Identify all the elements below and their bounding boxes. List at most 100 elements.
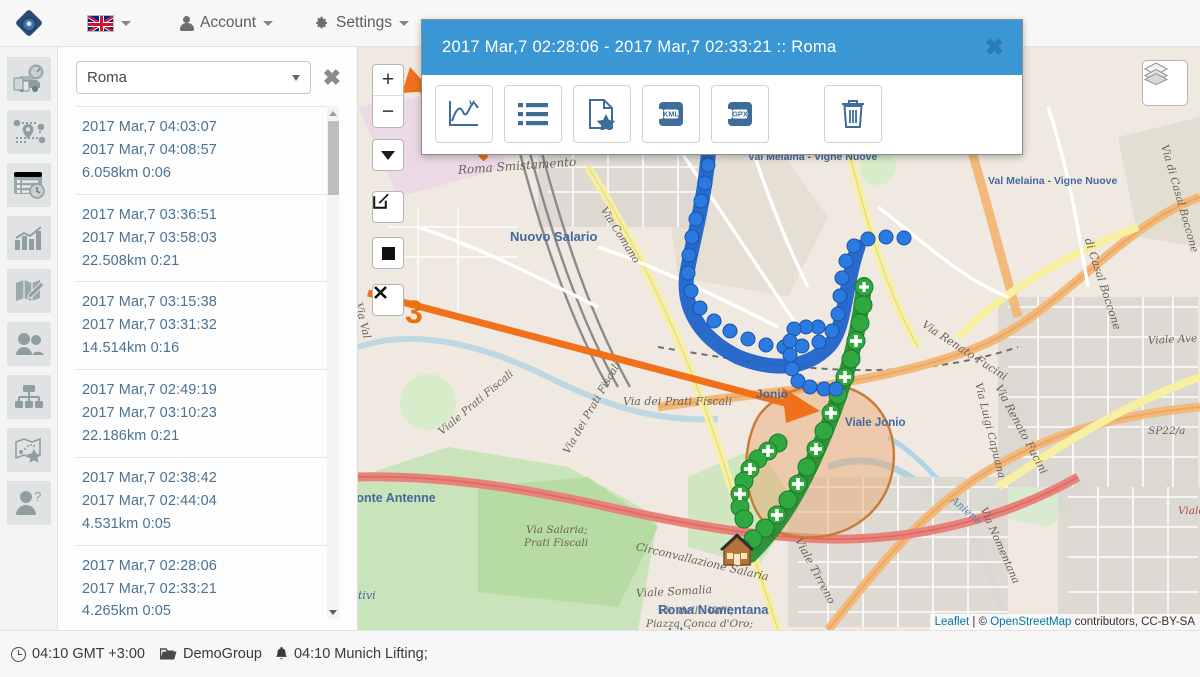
app-root: Account Settings ? Roma ✖ 2017 Mar,7 04:… <box>0 0 1200 677</box>
chevron-down-icon <box>263 20 274 26</box>
left-icon-rail: ? <box>0 47 58 630</box>
track-list-item[interactable]: 2017 Mar,7 03:36:51 2017 Mar,7 03:58:03 22… <box>76 193 336 282</box>
bullet-list-icon <box>518 103 548 126</box>
gear-icon <box>313 15 329 31</box>
gpx-file-icon: GPX <box>726 102 752 126</box>
layers-stack-icon <box>1143 62 1169 85</box>
scrollbar-thumb[interactable] <box>328 121 339 195</box>
collapse-panel-button[interactable] <box>372 139 404 171</box>
track-list-item[interactable]: 2017 Mar,7 03:15:38 2017 Mar,7 03:31:32 14… <box>76 281 336 369</box>
track-list-item[interactable]: 2017 Mar,7 02:28:06 2017 Mar,7 02:33:21 4.… <box>76 544 336 619</box>
list-clock-icon <box>13 172 45 199</box>
report-save-button[interactable] <box>573 85 631 143</box>
track-end-time: 2017 Mar,7 02:33:21 <box>82 580 217 597</box>
sidebar-item-dashboard-vehicle[interactable] <box>6 57 51 101</box>
svg-text:?: ? <box>34 490 41 504</box>
track-distance-duration: 22.186km 0:21 <box>82 427 180 444</box>
status-group-label: DemoGroup <box>182 646 262 662</box>
track-list-item[interactable]: 2017 Mar,7 02:38:42 2017 Mar,7 02:44:04 4.… <box>76 456 336 545</box>
map-attribution: Leaflet | © OpenStreetMap contributors, … <box>929 614 1200 630</box>
export-gpx-button[interactable]: GPX <box>711 85 769 143</box>
layers-control-button[interactable] <box>1142 60 1188 106</box>
kml-label: KML <box>663 110 679 119</box>
clear-track-button[interactable] <box>372 284 404 316</box>
tracks-sidebar: Roma ✖ 2017 Mar,7 04:03:07 2017 Mar,7 04:… <box>58 47 358 630</box>
track-distance-duration: 4.531km 0:05 <box>82 515 172 532</box>
app-logo-target-icon[interactable] <box>12 6 46 40</box>
track-list-item[interactable]: 2017 Mar,7 02:49:19 2017 Mar,7 03:10:23 22… <box>76 369 336 457</box>
sidebar-item-users[interactable] <box>6 322 51 366</box>
sidebar-item-map-editor[interactable] <box>6 269 51 313</box>
chevron-down-icon <box>399 20 410 26</box>
track-list-button[interactable] <box>504 85 562 143</box>
kml-file-icon: KML <box>657 102 683 126</box>
stop-square-icon <box>381 246 395 260</box>
sidebar-item-live-tracking[interactable] <box>6 110 51 154</box>
dialog-close-button[interactable]: ✖ <box>985 36 1004 59</box>
clock-icon <box>11 646 26 662</box>
sidebar-item-statistics[interactable] <box>6 216 51 260</box>
attr-tail: contributors, CC-BY-SA <box>1071 616 1195 628</box>
track-start-time: 2017 Mar,7 04:03:07 <box>82 119 217 135</box>
tracks-list-scrollbar[interactable] <box>327 106 339 619</box>
svg-text:v: v <box>469 99 475 109</box>
track-end-time: 2017 Mar,7 02:44:04 <box>82 492 217 509</box>
status-alert[interactable]: 04:10 Munich Lifting; <box>275 646 428 662</box>
sidebar-item-groups-hierarchy[interactable] <box>6 375 51 419</box>
track-end-time: 2017 Mar,7 03:31:32 <box>82 317 217 334</box>
chevron-down-icon <box>381 150 395 160</box>
uk-flag-icon <box>87 14 114 32</box>
zoom-in-button[interactable]: + <box>373 65 403 96</box>
account-menu-label: Account <box>200 14 257 31</box>
chart-speed-button[interactable]: v <box>435 85 493 143</box>
track-list-item[interactable]: 2017 Mar,7 04:03:07 2017 Mar,7 04:08:57 6.… <box>76 106 336 194</box>
track-start-time: 2017 Mar,7 02:28:06 <box>82 557 217 574</box>
osm-link[interactable]: OpenStreetMap <box>990 616 1071 628</box>
track-start-time: 2017 Mar,7 02:38:42 <box>82 469 217 486</box>
track-start-time: 2017 Mar,7 03:15:38 <box>82 294 217 311</box>
track-start-time: 2017 Mar,7 02:49:19 <box>82 382 217 399</box>
scroll-down-arrow[interactable] <box>328 606 338 618</box>
bar-chart-icon <box>14 226 42 250</box>
track-distance-duration: 4.265km 0:05 <box>82 603 172 619</box>
org-chart-icon <box>14 385 43 408</box>
track-distance-duration: 14.514km 0:16 <box>82 340 180 357</box>
language-selector[interactable] <box>74 9 144 38</box>
status-group[interactable]: DemoGroup <box>159 646 262 662</box>
account-menu[interactable]: Account <box>166 8 286 38</box>
export-kml-button[interactable]: KML <box>642 85 700 143</box>
track-end-time: 2017 Mar,7 03:58:03 <box>82 229 217 246</box>
close-panel-button[interactable]: ✖ <box>323 66 347 89</box>
users-icon <box>15 333 44 355</box>
stop-track-button[interactable] <box>372 237 404 269</box>
zoom-control: + − <box>372 64 404 128</box>
annotation-step-number: 3 <box>405 294 423 330</box>
sidebar-item-geofences[interactable] <box>6 428 51 472</box>
sidebar-item-history-reports[interactable] <box>6 163 51 207</box>
sidebar-header: Roma ✖ <box>58 47 357 106</box>
bell-icon <box>276 646 287 659</box>
document-star-icon <box>589 99 616 130</box>
leaflet-link[interactable]: Leaflet <box>935 616 970 628</box>
object-select[interactable]: Roma <box>76 61 311 94</box>
settings-menu-label: Settings <box>336 14 393 31</box>
delete-button[interactable] <box>824 85 882 143</box>
map-marker-icon <box>13 119 45 144</box>
settings-menu[interactable]: Settings <box>300 8 422 38</box>
track-start-time: 2017 Mar,7 03:36:51 <box>82 206 217 223</box>
object-select-value: Roma <box>87 69 128 86</box>
status-bar: 04:10 GMT +3:00 DemoGroup 04:10 Munich L… <box>0 630 1200 677</box>
vehicle-dashboard-icon <box>12 64 43 92</box>
track-end-time: 2017 Mar,7 04:08:57 <box>82 141 217 158</box>
tracks-list: 2017 Mar,7 04:03:07 2017 Mar,7 04:08:57 6.… <box>76 106 339 619</box>
attr-copyright: © <box>978 616 991 628</box>
sidebar-item-help-support[interactable]: ? <box>6 481 51 525</box>
draw-track-button[interactable] <box>372 191 404 223</box>
chevron-down-icon <box>121 20 131 26</box>
track-details-dialog: 2017 Mar,7 02:28:06 - 2017 Mar,7 02:33:2… <box>421 19 1023 155</box>
scroll-up-arrow[interactable] <box>328 107 338 119</box>
attr-sep: | <box>969 616 979 628</box>
chart-curve-icon: v <box>449 99 479 126</box>
dialog-toolbar: v KML GPX <box>422 75 1022 153</box>
zoom-out-button[interactable]: − <box>373 96 403 127</box>
